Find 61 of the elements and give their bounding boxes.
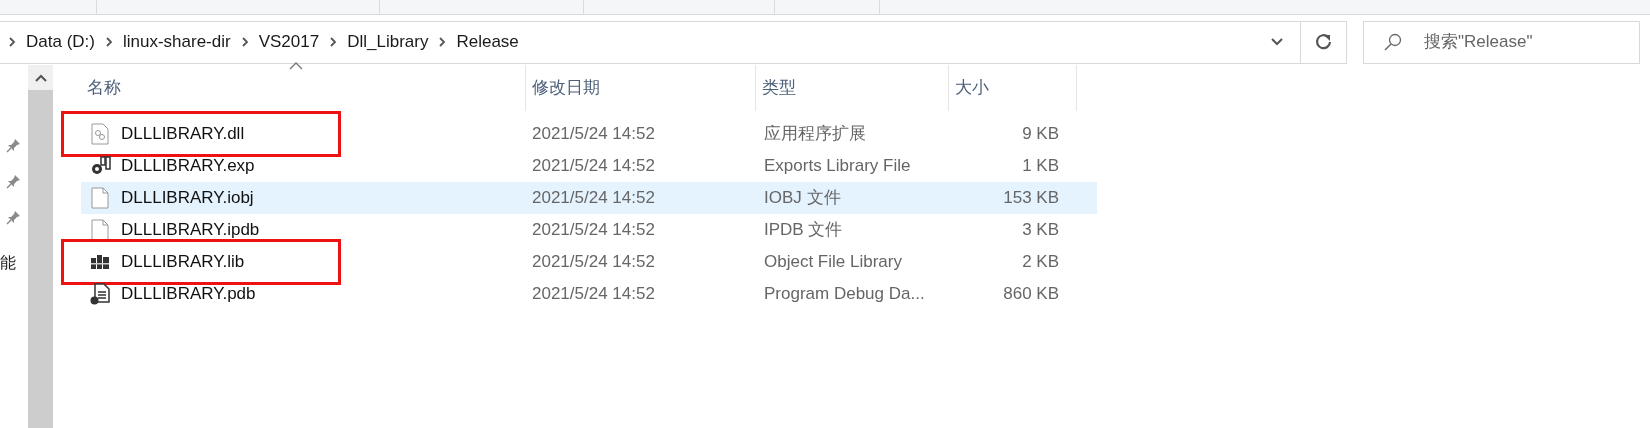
breadcrumb-item[interactable]: Data (D:)	[26, 29, 95, 55]
file-size: 153 KB	[1002, 187, 1060, 210]
file-type: 应用程序扩展	[763, 123, 867, 146]
modified-date: 2021/5/24 14:52	[531, 219, 656, 242]
file-type: Object File Library	[763, 251, 903, 274]
modified-date: 2021/5/24 14:52	[531, 283, 656, 306]
chevron-icon	[104, 36, 113, 48]
file-row[interactable]: DLLLIBRARY.ipdb 2021/5/24 14:52 IPDB 文件 3 KB	[81, 214, 1097, 246]
column-header[interactable]: 修改日期	[526, 65, 756, 111]
file-size: 860 KB	[1002, 283, 1060, 306]
file-name: DLLLIBRARY.exp	[121, 155, 255, 178]
breadcrumb-item[interactable]: VS2017	[258, 29, 320, 55]
scroll-up-icon[interactable]	[34, 73, 47, 82]
file-name: DLLLIBRARY.lib	[121, 251, 245, 274]
breadcrumb-item[interactable]: linux-share-dir	[122, 29, 231, 55]
file-row[interactable]: DLLLIBRARY.dll 2021/5/24 14:52 应用程序扩展 9 KB	[81, 118, 1097, 150]
file-row[interactable]: DLLLIBRARY.iobj 2021/5/24 14:52 IOBJ 文件 153 KB	[81, 182, 1097, 214]
scrollbar[interactable]	[28, 65, 53, 428]
sort-caret-icon	[289, 62, 303, 70]
file-icon	[91, 187, 109, 209]
file-type: Program Debug Da...	[763, 283, 926, 306]
file-row[interactable]: DLLLIBRARY.exp 2021/5/24 14:52 Exports Library File 1 KB	[81, 150, 1097, 182]
refresh-button[interactable]	[1301, 20, 1347, 64]
file-size: 3 KB	[1021, 219, 1060, 242]
file-size: 2 KB	[1021, 251, 1060, 274]
file-size: 1 KB	[1021, 155, 1060, 178]
dropdown-icon[interactable]	[1270, 37, 1284, 47]
chevron-icon	[8, 36, 16, 48]
file-size: 9 KB	[1021, 123, 1060, 146]
file-name: DLLLIBRARY.iobj	[121, 187, 254, 210]
chevron-icon	[438, 36, 447, 48]
document-icon	[90, 283, 110, 305]
modified-date: 2021/5/24 14:52	[531, 155, 656, 178]
search-icon	[1383, 31, 1403, 52]
column-header[interactable]: 名称	[81, 65, 526, 111]
breadcrumb-item[interactable]: Dll_Library	[347, 29, 429, 55]
file-type: IPDB 文件	[763, 219, 844, 242]
file-icon	[91, 219, 109, 241]
column-header[interactable]: 大小	[949, 65, 1077, 111]
chevron-icon	[329, 36, 338, 48]
chevron-icon	[240, 36, 249, 48]
modified-date: 2021/5/24 14:52	[531, 251, 656, 274]
file-name: DLLLIBRARY.pdb	[121, 283, 256, 306]
pin-icon[interactable]	[6, 173, 22, 189]
search-field[interactable]: 搜索"Release"	[1363, 20, 1640, 64]
file-row[interactable]: DLLLIBRARY.lib 2021/5/24 14:52 Object File Library 2 KB	[81, 246, 1097, 278]
modified-date: 2021/5/24 14:52	[531, 187, 656, 210]
pin-icon[interactable]	[6, 137, 22, 153]
file-row[interactable]: DLLLIBRARY.pdb 2021/5/24 14:52 Program Debug Da... 860 KB	[81, 278, 1097, 310]
column-header[interactable]: 类型	[756, 65, 949, 111]
file-type: IOBJ 文件	[763, 187, 842, 210]
address-bar[interactable]: Data (D:) linux-share-dir VS2017 Dll_Library Release	[0, 20, 1301, 64]
file-name: DLLLIBRARY.ipdb	[121, 219, 260, 242]
file-name: DLLLIBRARY.dll	[121, 123, 245, 146]
books-icon	[90, 254, 110, 270]
pin-icon[interactable]	[6, 209, 22, 225]
modified-date: 2021/5/24 14:52	[531, 123, 656, 146]
file-type: Exports Library File	[763, 155, 912, 178]
nav-label[interactable]: 能	[0, 251, 16, 275]
refresh-icon	[1314, 33, 1333, 51]
breadcrumb-item[interactable]: Release	[456, 29, 519, 55]
